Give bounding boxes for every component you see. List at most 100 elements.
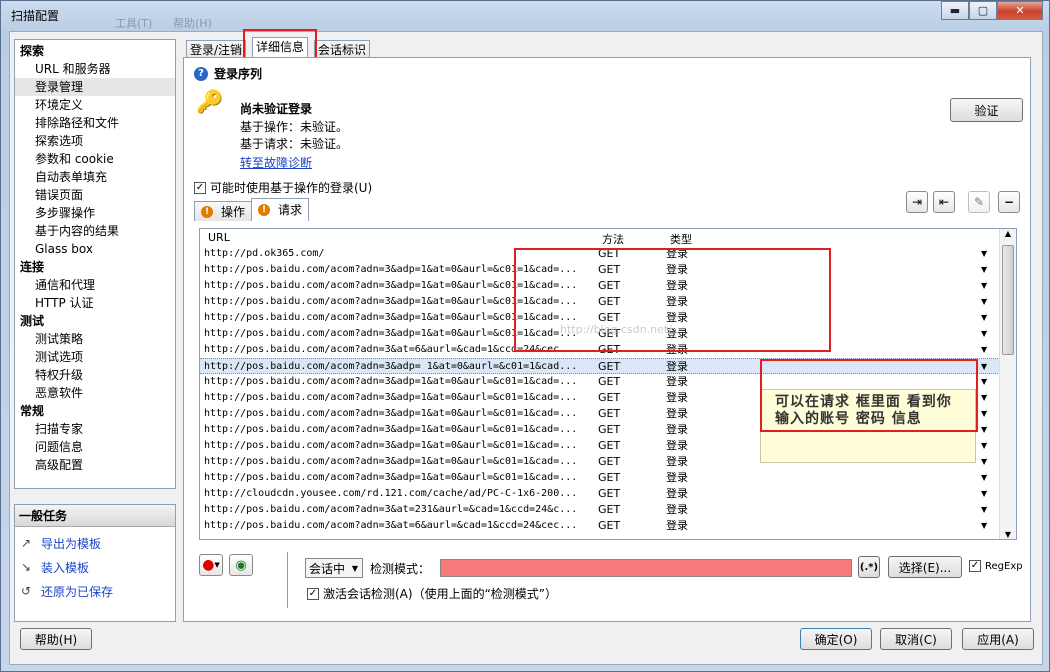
scroll-down-icon[interactable]: ▼ — [1000, 530, 1016, 539]
nav-item[interactable]: 自动表单填充 — [15, 168, 175, 186]
chevron-down-icon[interactable]: ▼ — [981, 246, 987, 262]
activate-session-detection-option[interactable]: ✓ 激活会话检测(A)（使用上面的“检测模式”） — [307, 585, 557, 602]
row-type: 登录 — [666, 423, 688, 436]
separator — [287, 552, 288, 608]
col-type-header[interactable]: 类型 — [670, 231, 692, 247]
nav-item[interactable]: 问题信息 — [15, 438, 175, 456]
chevron-down-icon[interactable]: ▼ — [981, 262, 987, 278]
cancel-button[interactable]: 取消(C) — [880, 628, 952, 650]
chevron-down-icon[interactable]: ▼ — [981, 486, 987, 502]
nav-item[interactable]: URL 和服务器 — [15, 60, 175, 78]
row-type: 登录 — [666, 407, 688, 420]
col-url-header[interactable]: URL — [208, 231, 230, 244]
nav-item[interactable]: 特权升级 — [15, 366, 175, 384]
subtab-action-label: 操作 — [221, 204, 246, 219]
choose-button[interactable]: 选择(E)... — [888, 556, 962, 578]
edit-icon[interactable]: ✎ — [968, 191, 990, 213]
regexp-option[interactable]: ✓ RegExp — [969, 560, 1023, 572]
detect-pattern-input[interactable] — [440, 559, 852, 577]
nav-item[interactable]: Glass box — [15, 240, 175, 258]
nav-item[interactable]: 多步骤操作 — [15, 204, 175, 222]
chevron-down-icon[interactable]: ▼ — [981, 359, 987, 375]
chevron-down-icon[interactable]: ▼ — [981, 454, 987, 470]
chevron-down-icon[interactable]: ▼ — [981, 470, 987, 486]
chevron-down-icon[interactable]: ▼ — [981, 294, 987, 310]
ok-button[interactable]: 确定(O) — [800, 628, 872, 650]
row-method: GET — [598, 391, 621, 404]
warning-icon: ! — [201, 205, 213, 218]
col-method-header[interactable]: 方法 — [602, 231, 624, 247]
nav-item[interactable]: 扫描专家 — [15, 420, 175, 438]
nav-item[interactable]: 参数和 cookie — [15, 150, 175, 168]
use-action-login-option[interactable]: ✓ 可能时使用基于操作的登录(U) — [194, 179, 372, 196]
row-url: http://pos.baidu.com/acom?adn=3&adp=1&at… — [204, 376, 578, 387]
scroll-up-icon[interactable]: ▲ — [1000, 229, 1016, 243]
row-url: http://pos.baidu.com/acom?adn=3&adp=1&at… — [204, 472, 578, 483]
app-window: 扫描配置 工具(T) 帮助(H) ▬ ▢ ✕ 探索 URL 和服务器 登录管理 环境定… — [0, 0, 1050, 672]
activate-session-checkbox[interactable]: ✓ — [307, 587, 319, 600]
verify-button[interactable]: 验证 — [950, 98, 1023, 122]
regexp-checkbox[interactable]: ✓ — [969, 560, 981, 572]
nav-group-label: 测试 — [20, 314, 45, 328]
chevron-down-icon[interactable]: ▼ — [981, 342, 987, 358]
table-row[interactable]: http://cloudcdn.yousee.com/rd.121.com/ca… — [200, 486, 1000, 502]
subtab-action[interactable]: ! 操作 — [194, 201, 253, 221]
nav-item[interactable]: 错误页面 — [15, 186, 175, 204]
restore-saved-link[interactable]: ↺ 还原为已保存 — [15, 579, 175, 603]
nav-item[interactable]: 基于内容的结果 — [15, 222, 175, 240]
import-template-link[interactable]: ↘ 装入模板 — [15, 555, 175, 579]
table-row[interactable]: http://pos.baidu.com/acom?adn=3&adp=1&at… — [200, 470, 1000, 486]
apply-button[interactable]: 应用(A) — [962, 628, 1034, 650]
minimize-button[interactable]: ▬ — [941, 1, 969, 20]
table-row[interactable]: http://pos.baidu.com/acom?adn=3&at=6&aur… — [200, 518, 1000, 534]
export-icon: ↗ — [21, 536, 32, 550]
chevron-down-icon[interactable]: ▼ — [981, 438, 987, 454]
table-row[interactable]: http://pos.baidu.com/acom?adn=3&at=231&a… — [200, 502, 1000, 518]
nav-item[interactable]: 环境定义 — [15, 96, 175, 114]
remove-icon[interactable]: − — [998, 191, 1020, 213]
help-button[interactable]: 帮助(H) — [20, 628, 92, 650]
export-template-label: 导出为模板 — [41, 536, 102, 551]
nav-item[interactable]: 测试策略 — [15, 330, 175, 348]
row-url: http://pos.baidu.com/acom?adn=3&adp= 1&a… — [204, 361, 578, 372]
title-bar[interactable]: 扫描配置 工具(T) 帮助(H) ▬ ▢ ✕ — [1, 1, 1049, 31]
subtab-request[interactable]: ! 请求 — [251, 198, 310, 221]
session-select[interactable]: 会话中 ▼ — [305, 558, 363, 578]
chevron-down-icon[interactable]: ▼ — [981, 390, 987, 406]
nav-item[interactable]: 恶意软件 — [15, 384, 175, 402]
import-icon: ↘ — [21, 560, 32, 574]
chevron-down-icon[interactable]: ▼ — [981, 502, 987, 518]
nav-item[interactable]: 登录管理 — [15, 78, 175, 96]
regex-button[interactable]: (.*) — [858, 556, 880, 578]
export-request-icon[interactable]: ⇥ — [906, 191, 928, 213]
import-request-icon[interactable]: ⇤ — [933, 191, 955, 213]
record-color-button[interactable]: ● ▼ — [199, 554, 223, 576]
chevron-down-icon[interactable]: ▼ — [981, 326, 987, 342]
close-button[interactable]: ✕ — [997, 1, 1043, 20]
chevron-down-icon[interactable]: ▼ — [981, 278, 987, 294]
troubleshoot-link[interactable]: 转至故障诊断 — [240, 154, 312, 171]
chevron-down-icon[interactable]: ▼ — [981, 374, 987, 390]
nav-item[interactable]: 探索选项 — [15, 132, 175, 150]
export-template-link[interactable]: ↗ 导出为模板 — [15, 531, 175, 555]
nav-item[interactable]: 通信和代理 — [15, 276, 175, 294]
scroll-thumb[interactable] — [1002, 245, 1014, 355]
row-method: GET — [598, 360, 621, 373]
chevron-down-icon[interactable]: ▼ — [981, 518, 987, 534]
grid-scrollbar[interactable]: ▲ ▼ — [999, 229, 1016, 539]
maximize-button[interactable]: ▢ — [969, 1, 997, 20]
row-url: http://pos.baidu.com/acom?adn=3&adp=1&at… — [204, 456, 578, 467]
nav-item[interactable]: 测试选项 — [15, 348, 175, 366]
nav-item[interactable]: 排除路径和文件 — [15, 114, 175, 132]
browser-button[interactable]: ◉ — [229, 554, 253, 576]
nav-item[interactable]: 高级配置 — [15, 456, 175, 474]
use-action-login-checkbox[interactable]: ✓ — [194, 181, 206, 194]
grid-header: URL 方法 类型 — [200, 229, 1000, 247]
chevron-down-icon[interactable]: ▼ — [981, 310, 987, 326]
chevron-down-icon[interactable]: ▼ — [981, 422, 987, 438]
nav-item[interactable]: HTTP 认证 — [15, 294, 175, 312]
help-icon[interactable]: ? — [194, 66, 208, 81]
chevron-down-icon[interactable]: ▼ — [981, 406, 987, 422]
section-title: 登录序列 — [214, 67, 263, 81]
chevron-down-icon: ▼ — [351, 563, 358, 573]
